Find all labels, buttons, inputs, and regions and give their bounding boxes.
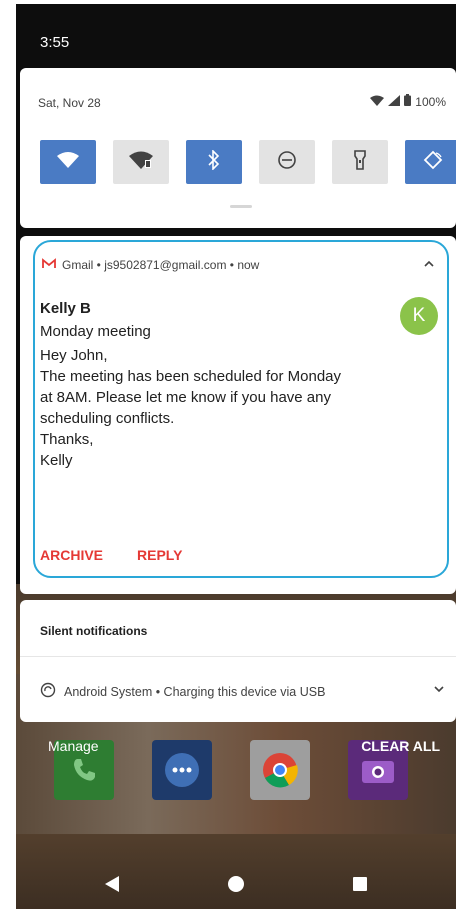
cell-signal-icon xyxy=(388,94,401,109)
flashlight-icon xyxy=(354,149,366,175)
collapse-chevron-icon[interactable] xyxy=(424,256,434,270)
do-not-disturb-icon xyxy=(277,150,297,175)
back-triangle-icon xyxy=(105,876,119,892)
back-button[interactable] xyxy=(98,870,126,898)
gmail-notification-card[interactable]: Gmail • js9502871@gmail.com • now K Kell… xyxy=(20,236,456,594)
flashlight-tile[interactable] xyxy=(332,140,388,184)
android-system-icon xyxy=(40,682,56,701)
recents-button[interactable] xyxy=(346,870,374,898)
email-subject: Monday meeting xyxy=(40,323,151,340)
sender-name: Kelly B xyxy=(40,300,91,317)
battery-percent: 100% xyxy=(415,94,446,109)
qs-drag-handle[interactable] xyxy=(230,205,252,208)
cast-off-icon xyxy=(129,151,153,174)
status-time: 3:55 xyxy=(40,34,70,51)
wifi-tile[interactable] xyxy=(40,140,96,184)
auto-rotate-tile[interactable] xyxy=(405,140,456,184)
screen-cast-tile[interactable] xyxy=(113,140,169,184)
body-line: Kelly xyxy=(40,452,73,469)
notification-header: Gmail • js9502871@gmail.com • now xyxy=(42,258,259,272)
bluetooth-tile[interactable] xyxy=(186,140,242,184)
reply-button[interactable]: REPLY xyxy=(137,547,182,563)
android-system-text: Android System • Charging this device vi… xyxy=(64,684,326,699)
android-system-notification[interactable]: Android System • Charging this device vi… xyxy=(40,682,325,701)
messages-app-icon[interactable] xyxy=(152,740,212,800)
archive-button[interactable]: ARCHIVE xyxy=(40,547,103,563)
body-line: scheduling conflicts. xyxy=(40,410,175,427)
gmail-icon xyxy=(42,258,56,272)
wifi-icon xyxy=(57,151,79,173)
battery-icon xyxy=(404,94,412,109)
body-line: The meeting has been scheduled for Monda… xyxy=(40,368,342,385)
silent-notifications-title: Silent notifications xyxy=(40,624,148,638)
qs-date: Sat, Nov 28 xyxy=(38,96,101,110)
recents-square-icon xyxy=(353,877,367,891)
body-line: at 8AM. Please let me know if you have a… xyxy=(40,389,331,406)
qs-status-icons: 100% xyxy=(370,94,446,109)
expand-chevron-icon[interactable] xyxy=(434,682,444,696)
notification-actions: ARCHIVE REPLY xyxy=(40,547,182,563)
home-dock xyxy=(54,740,408,800)
sender-avatar: K xyxy=(400,297,438,335)
home-button[interactable] xyxy=(222,870,250,898)
do-not-disturb-tile[interactable] xyxy=(259,140,315,184)
clear-all-button[interactable]: CLEAR ALL xyxy=(361,738,440,754)
auto-rotate-icon xyxy=(423,150,443,175)
quick-settings-tiles xyxy=(40,140,456,184)
wifi-signal-icon xyxy=(370,95,385,109)
manage-button[interactable]: Manage xyxy=(48,738,99,754)
divider xyxy=(20,656,456,657)
silent-notifications-section: Silent notifications Android System • Ch… xyxy=(20,600,456,722)
body-line: Hey John, xyxy=(40,347,108,364)
phone-screen: 3:55 Sat, Nov 28 100% Gmail • js9502871@… xyxy=(16,4,456,909)
body-line: Thanks, xyxy=(40,431,94,448)
home-circle-icon xyxy=(228,876,244,892)
navigation-bar xyxy=(16,859,456,909)
notification-app-line: Gmail • js9502871@gmail.com • now xyxy=(62,258,260,272)
quick-settings-panel: Sat, Nov 28 100% xyxy=(20,68,456,228)
bluetooth-icon xyxy=(208,148,220,175)
chrome-app-icon[interactable] xyxy=(250,740,310,800)
email-body: Hey John, The meeting has been scheduled… xyxy=(40,345,400,471)
